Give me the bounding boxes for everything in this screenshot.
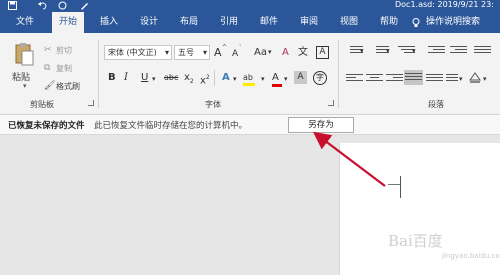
highlight-label: ab [243,73,253,82]
message-text: 此已恢复文件临时存储在您的计算机中。 [94,121,248,131]
font-color-swatch [272,84,282,87]
format-painter-icon: 🖌 [44,81,56,91]
watermark-url: jingyan.baidu.com [442,252,500,260]
font-name-select[interactable]: 宋体 (中文正) ▾ [104,45,172,60]
tab-mailings[interactable]: 邮件 [254,12,284,33]
subscript-button[interactable]: x2 [184,71,194,89]
chevron-down-icon[interactable]: ▾ [360,47,364,55]
phonetic-guide-button[interactable]: 文 [298,46,308,60]
char-border-button[interactable]: A [316,46,329,59]
chevron-down-icon[interactable]: ▾ [483,75,487,83]
tab-file[interactable]: 文件 [10,12,40,33]
font-group-label: 字体 [205,100,221,109]
tab-insert[interactable]: 插入 [94,12,124,33]
increase-indent-icon[interactable] [450,44,467,56]
justify-icon[interactable] [404,70,423,85]
clipboard-group-label: 剪贴板 [30,100,54,109]
char-shading-label: A [297,72,304,82]
lightbulb-icon [412,18,420,31]
chevron-down-icon[interactable]: ▾ [268,48,272,56]
tab-view[interactable]: 视图 [334,12,364,33]
chevron-down-icon: ▾ [202,48,207,57]
watermark: Bai百度 [388,232,443,250]
char-shading-button[interactable]: A [294,71,307,84]
underline-button[interactable]: U [141,71,148,85]
align-right-icon[interactable] [386,72,403,84]
tab-references[interactable]: 引用 [214,12,244,33]
chevron-down-icon[interactable]: ▾ [386,47,390,55]
chinese-layout-icon[interactable] [474,44,491,56]
chevron-down-icon[interactable]: ▾ [284,75,288,83]
chevron-down-icon[interactable]: ▾ [233,75,237,83]
format-painter-button[interactable]: 格式刷 [56,81,80,92]
cut-button[interactable]: 剪切 [56,45,72,56]
tab-review[interactable]: 审阅 [294,12,324,33]
chevron-down-icon[interactable]: ▾ [261,75,265,83]
group-divider [98,40,99,108]
document-title: Doc1.asd: 2019/9/21 23: [395,0,494,9]
divider [214,70,215,86]
tab-layout[interactable]: 布局 [174,12,204,33]
align-center-icon[interactable] [366,72,383,84]
chevron-down-icon[interactable]: ▾ [23,82,27,90]
arrow-annotation [312,131,386,187]
char-border-label: A [319,47,326,57]
shrink-font-button[interactable]: A [232,47,238,61]
tab-tell-me[interactable]: 操作说明搜索 [426,12,500,33]
distributed-icon[interactable] [426,72,443,84]
caret-down-icon: ˇ [239,45,242,51]
font-launcher-icon[interactable] [328,100,334,106]
text-effects-button[interactable]: A [222,71,230,85]
clipboard-launcher-icon[interactable] [88,100,94,106]
chevron-down-icon[interactable]: ▾ [412,47,416,55]
superscript-button[interactable]: x2 [200,71,210,88]
copy-button[interactable]: 复制 [56,63,72,74]
strikethrough-button[interactable]: abc [164,71,178,85]
enclose-char-button[interactable]: 字 [313,71,327,85]
paste-button[interactable]: 粘贴 [12,70,30,83]
change-case-button[interactable]: Aa [254,46,267,60]
caret-up-icon: ^ [222,44,228,51]
copy-icon: ⧉ [44,63,51,73]
message-title: 已恢复未保存的文件 [8,121,85,131]
grow-font-button[interactable]: A [214,46,222,60]
shading-icon[interactable] [468,70,482,84]
font-name-value: 宋体 (中文正) [108,48,157,57]
line-spacing-icon[interactable] [446,72,458,84]
font-color-label: A [272,72,279,83]
highlight-swatch [243,83,255,86]
clear-formatting-button[interactable]: A [282,46,289,60]
chevron-down-icon: ▾ [164,48,169,57]
font-color-button[interactable]: A [272,71,282,87]
highlight-button[interactable]: ab [243,71,255,86]
font-size-select[interactable]: 五号 ▾ [174,45,210,60]
paste-icon[interactable] [14,42,34,69]
paragraph-group-label: 段落 [428,100,444,109]
chevron-down-icon[interactable]: ▾ [152,75,156,83]
italic-button[interactable]: I [124,71,128,85]
group-divider [338,40,339,108]
decrease-indent-icon[interactable] [428,44,445,56]
bold-button[interactable]: B [108,71,116,85]
scissors-icon: ✂ [44,45,52,55]
tab-home[interactable]: 开始 [52,12,84,33]
tab-help[interactable]: 帮助 [374,12,404,33]
font-size-value: 五号 [178,48,194,57]
chevron-down-icon[interactable]: ▾ [459,75,463,83]
align-left-icon[interactable] [346,72,363,84]
enclose-char-label: 字 [316,73,324,82]
tab-design[interactable]: 设计 [134,12,164,33]
text-cursor [400,176,401,198]
